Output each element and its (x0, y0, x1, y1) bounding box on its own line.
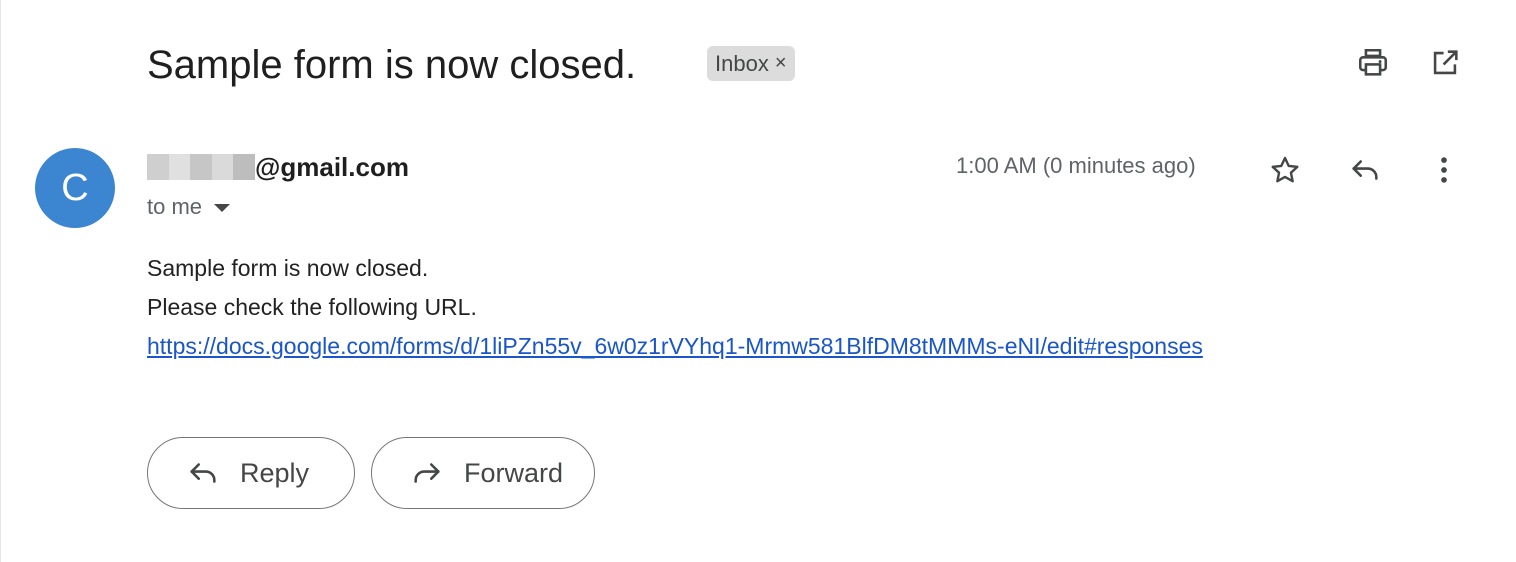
email-view: Sample form is now closed. Inbox × C @gm… (0, 0, 1516, 562)
inbox-label-chip[interactable]: Inbox × (707, 46, 795, 81)
open-in-new-window-icon[interactable] (1427, 45, 1463, 81)
body-line: Please check the following URL. (147, 294, 477, 320)
reply-arrow-icon (190, 463, 216, 483)
reply-icon[interactable] (1345, 150, 1385, 190)
more-vert-icon[interactable] (1424, 150, 1464, 190)
forward-arrow-icon (414, 463, 440, 483)
printer-icon[interactable] (1355, 45, 1391, 81)
forward-button-label: Forward (464, 457, 564, 488)
remove-label-icon[interactable]: × (775, 52, 787, 75)
form-responses-link[interactable]: https://docs.google.com/forms/d/1liPZn55… (147, 333, 1203, 359)
forward-button[interactable]: Forward (371, 437, 595, 509)
recipient-label: to me (147, 194, 203, 219)
sender-domain: @gmail.com (255, 151, 409, 182)
sender-avatar[interactable]: C (35, 148, 115, 228)
star-icon[interactable] (1265, 150, 1305, 190)
caret-down-icon (214, 204, 231, 212)
reply-button-label: Reply (240, 457, 310, 488)
message-timestamp: 1:00 AM (0 minutes ago) (956, 153, 1196, 178)
label-text: Inbox (715, 50, 769, 76)
reply-button[interactable]: Reply (147, 437, 355, 509)
message-body: Sample form is now closed. Please check … (147, 249, 1203, 366)
redacted-username (147, 154, 255, 180)
recipient-details-toggle[interactable]: to me (147, 194, 231, 220)
body-line: Sample form is now closed. (147, 255, 429, 281)
sender-address[interactable]: @gmail.com (147, 150, 409, 184)
email-subject: Sample form is now closed. (147, 43, 637, 87)
